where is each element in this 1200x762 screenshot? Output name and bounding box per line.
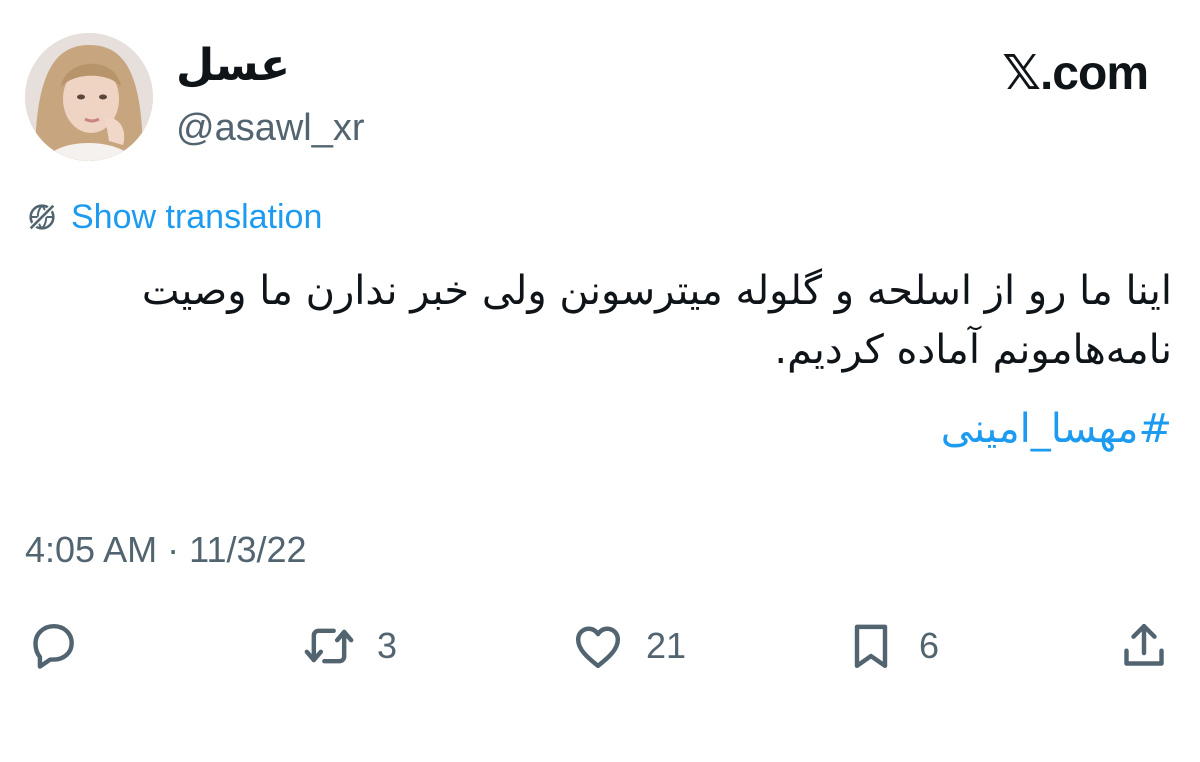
tweet-time: 4:05 AM <box>25 529 158 570</box>
avatar-image <box>25 33 153 161</box>
reply-icon <box>33 623 74 669</box>
timestamp[interactable]: 4:05 AM · 11/3/22 <box>25 532 307 568</box>
like-count: 21 <box>646 625 687 666</box>
retweet-button[interactable]: 3 <box>301 618 397 674</box>
tweet-date: 11/3/22 <box>189 529 307 570</box>
reply-button[interactable] <box>25 618 81 674</box>
action-bar: 3 21 6 <box>25 618 1172 678</box>
avatar[interactable] <box>25 33 153 161</box>
heart-icon <box>575 626 621 669</box>
tweet-card: عسل @asawl_xr 𝕏.com Show translation این… <box>0 0 1200 762</box>
share-button[interactable] <box>1116 618 1172 674</box>
user-handle[interactable]: @asawl_xr <box>176 107 365 150</box>
x-brand-logo: 𝕏.com <box>1002 47 1149 100</box>
bookmark-icon <box>854 624 888 669</box>
tweet-text: اینا ما رو از اسلحه و گلوله میترسونن ولی… <box>141 268 1172 373</box>
retweet-count: 3 <box>377 625 398 666</box>
hashtag-link[interactable]: #مهسا_امینی <box>941 404 1172 454</box>
bookmark-button[interactable]: 6 <box>843 618 939 674</box>
share-icon <box>1124 623 1164 666</box>
meta-separator: · <box>167 529 180 570</box>
display-name[interactable]: عسل <box>176 44 290 88</box>
show-translation-label: Show translation <box>71 198 323 236</box>
like-button[interactable]: 21 <box>570 618 686 674</box>
bookmark-count: 6 <box>919 625 940 666</box>
retweet-icon <box>304 628 354 664</box>
show-translation-button[interactable]: Show translation <box>25 200 322 234</box>
globe-slash-icon <box>28 203 56 231</box>
